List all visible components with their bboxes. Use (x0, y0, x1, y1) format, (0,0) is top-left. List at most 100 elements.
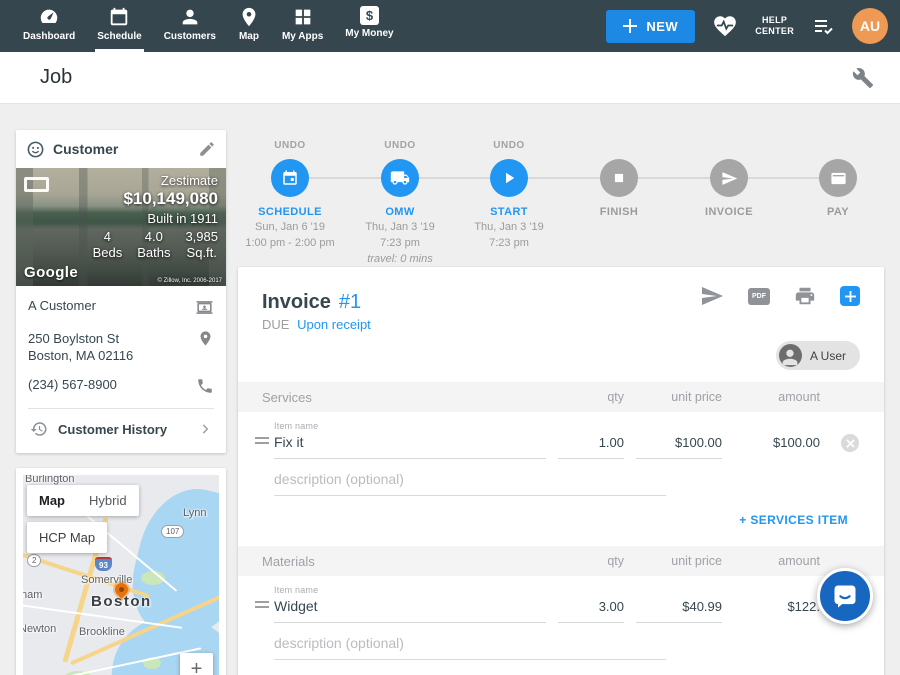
material-item-row: Item name $122. (238, 576, 884, 623)
assignee-name: A User (810, 349, 846, 363)
undo-start-button[interactable]: UNDO (449, 140, 569, 152)
route-badge-2: 2 (27, 554, 41, 567)
map-pin-icon (238, 6, 260, 28)
undo-schedule-button[interactable]: UNDO (230, 140, 350, 152)
material-unit-price-input[interactable] (636, 596, 722, 623)
step-time: 7:23 pm (449, 236, 569, 250)
built-in-label: Built in 1911 (93, 211, 218, 226)
materials-title: Materials (262, 554, 546, 569)
plus-icon (623, 19, 637, 33)
drag-handle-icon[interactable] (250, 437, 274, 459)
step-date: Sun, Jan 6 '19 (230, 220, 350, 234)
hcp-map-button[interactable]: HCP Map (27, 522, 107, 553)
print-icon[interactable] (794, 285, 816, 307)
service-description-row (238, 459, 884, 496)
service-qty-input[interactable] (558, 432, 624, 459)
item-name-label: Item name (274, 421, 546, 431)
map-zoom-control: + − (180, 653, 213, 675)
add-materials-row: + MATERIALS ITEM (238, 660, 884, 675)
pdf-icon[interactable]: PDF (748, 288, 770, 305)
address-line2: Boston, MA 02116 (28, 347, 133, 364)
send-invoice-icon[interactable] (700, 284, 724, 308)
material-name-input[interactable] (274, 595, 546, 623)
sidebar: Customer Zestimate $10,149,080 Built in … (16, 130, 226, 675)
map-label-newton: Newton (23, 623, 56, 635)
zillow-copyright: © Zillow, Inc. 2006-2017 (158, 278, 222, 284)
play-step-icon[interactable] (490, 159, 528, 197)
due-value-link[interactable]: Upon receipt (297, 317, 371, 332)
edit-pencil-icon[interactable] (198, 140, 216, 158)
help-center-link[interactable]: HELP CENTER (755, 15, 794, 37)
service-item-row: Item name $100.00 (238, 412, 884, 459)
nav-label: My Apps (282, 31, 323, 42)
property-photo[interactable]: Zestimate $10,149,080 Built in 1911 4 Be… (16, 168, 226, 286)
stat-label: Beds (93, 245, 123, 261)
property-stats: 4 Beds 4.0 Baths 3,985 Sq.ft. (93, 229, 218, 261)
nav-item-my-apps[interactable]: My Apps (271, 0, 334, 52)
service-name-input[interactable] (274, 431, 546, 459)
step-label: INVOICE (669, 206, 789, 218)
add-invoice-icon[interactable] (840, 286, 860, 306)
material-qty-input[interactable] (558, 596, 624, 623)
help-center-line1: HELP (755, 15, 794, 26)
stat-baths: 4.0 Baths (137, 229, 170, 261)
step-travel: travel: 0 mins (340, 252, 460, 266)
task-list-icon[interactable] (811, 14, 835, 38)
nav-item-customers[interactable]: Customers (153, 0, 227, 52)
timeline-step-pay: PAY (778, 130, 898, 218)
nav-item-dashboard[interactable]: Dashboard (12, 0, 86, 52)
invoice-header: Invoice #1 PDF (238, 267, 884, 314)
map-label-brookline: Brookline (79, 626, 125, 638)
map-label-lynn: Lynn (183, 507, 206, 519)
service-unit-price-input[interactable] (636, 432, 722, 459)
zoom-in-button[interactable]: + (180, 653, 213, 675)
services-section-header: Services qty unit price amount (238, 382, 884, 412)
customer-card-title: Customer (53, 141, 190, 157)
phone-icon[interactable] (196, 377, 214, 395)
truck-step-icon[interactable] (381, 159, 419, 197)
assignee-row: A User (238, 332, 884, 382)
nav-item-schedule[interactable]: Schedule (86, 0, 152, 52)
customer-history-link[interactable]: Customer History (28, 409, 214, 449)
history-icon (30, 420, 48, 438)
invoice-actions: PDF (700, 284, 860, 308)
job-tools-icon[interactable] (852, 67, 874, 89)
user-avatar[interactable]: AU (852, 8, 888, 44)
drag-handle-icon[interactable] (250, 601, 274, 623)
stat-value: 3,985 (185, 229, 218, 245)
map-canvas[interactable]: Burlington Lynn 107 2 93 Somerville ham … (23, 475, 219, 675)
new-button[interactable]: NEW (606, 10, 695, 43)
stop-step-icon[interactable] (600, 159, 638, 197)
nav-item-my-money[interactable]: $ My Money (334, 0, 404, 52)
face-icon (26, 140, 45, 159)
street-view-icon[interactable] (24, 177, 49, 192)
map-label-burlington: Burlington (25, 475, 75, 485)
nav-item-map[interactable]: Map (227, 0, 271, 52)
location-pin-icon[interactable] (197, 330, 214, 347)
assignee-chip[interactable]: A User (776, 341, 860, 370)
contact-card-icon[interactable] (195, 298, 214, 317)
job-bar: Job (0, 52, 900, 104)
route-badge-107: 107 (161, 525, 184, 538)
customer-phone: (234) 567-8900 (28, 377, 117, 392)
undo-omw-button[interactable]: UNDO (340, 140, 460, 152)
nav-label: Schedule (97, 31, 141, 42)
services-title: Services (262, 390, 546, 405)
heart-pulse-icon[interactable] (712, 13, 738, 39)
customer-name: A Customer (28, 298, 96, 313)
send-step-icon[interactable] (710, 159, 748, 197)
chat-fab-button[interactable] (817, 568, 873, 624)
hybrid-button[interactable]: Hybrid (77, 485, 139, 516)
service-description-input[interactable] (274, 463, 666, 496)
add-services-item-button[interactable]: + SERVICES ITEM (739, 513, 848, 527)
material-description-input[interactable] (274, 627, 666, 660)
card-step-icon[interactable] (819, 159, 857, 197)
customer-history-label: Customer History (58, 422, 188, 437)
stat-value: 4 (93, 229, 123, 245)
step-label: PAY (778, 206, 898, 218)
schedule-step-icon[interactable] (271, 159, 309, 197)
grid-icon (292, 6, 314, 28)
service-amount: $100.00 (734, 435, 820, 459)
remove-item-icon[interactable] (841, 434, 859, 452)
map-button[interactable]: Map (27, 485, 77, 516)
